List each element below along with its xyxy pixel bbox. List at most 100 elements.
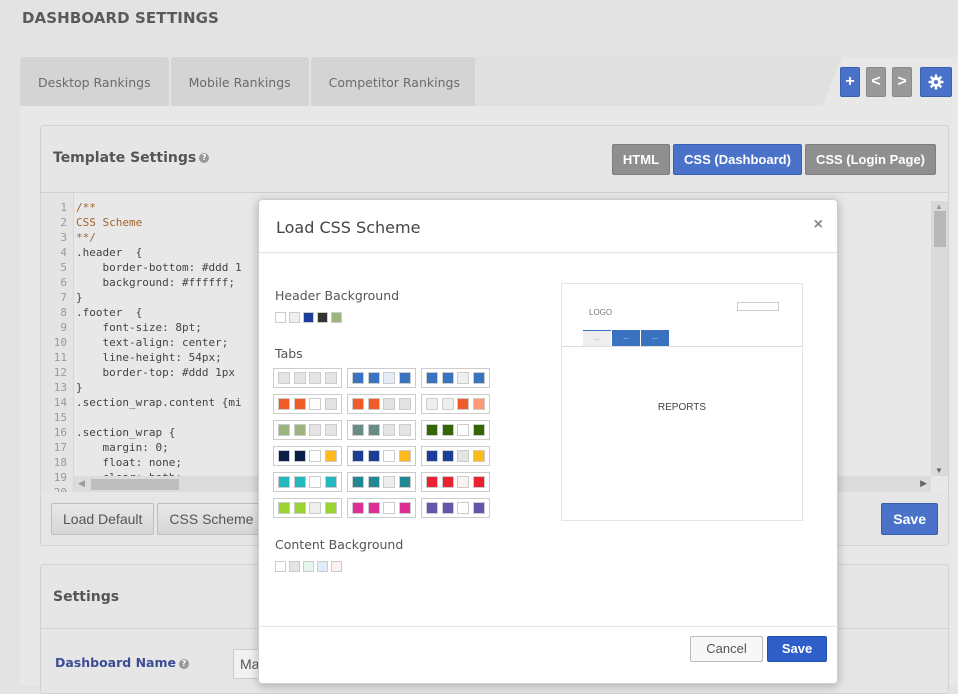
header-color-swatch[interactable] xyxy=(275,312,286,323)
scheme-color-square xyxy=(324,502,337,514)
preview-tab: ... xyxy=(641,330,669,346)
preview-header-divider xyxy=(562,346,802,347)
tab-scheme-option[interactable] xyxy=(273,446,342,466)
tab-scheme-option[interactable] xyxy=(347,472,416,492)
template-save-button[interactable]: Save xyxy=(881,503,938,535)
help-icon[interactable]: ? xyxy=(199,153,210,163)
content-color-swatch[interactable] xyxy=(303,561,314,572)
vertical-scrollbar[interactable]: ▲ ▼ xyxy=(931,201,948,476)
scheme-color-square xyxy=(352,502,364,514)
tab-scheme-option[interactable] xyxy=(421,446,490,466)
template-action-buttons: Load Default CSS Scheme xyxy=(51,503,266,535)
scheme-color-square xyxy=(367,502,380,514)
code-line: 3 **/ xyxy=(41,230,242,245)
scheme-color-square xyxy=(278,476,290,488)
next-button[interactable]: > xyxy=(892,67,912,97)
modal-save-button[interactable]: Save xyxy=(767,636,827,662)
line-code: border-top: #ddd 1px xyxy=(76,366,235,379)
tab-scheme-option[interactable] xyxy=(421,420,490,440)
vertical-scroll-thumb[interactable] xyxy=(934,211,946,247)
scroll-left-icon[interactable]: ◀ xyxy=(78,478,85,489)
tab-mobile-rankings[interactable]: Mobile Rankings xyxy=(170,57,309,106)
help-icon[interactable]: ? xyxy=(178,658,189,669)
header-color-swatch[interactable] xyxy=(303,312,314,323)
content-color-swatch[interactable] xyxy=(275,561,286,572)
scheme-color-square xyxy=(352,424,364,436)
settings-button[interactable] xyxy=(920,67,952,97)
scheme-color-square xyxy=(324,398,337,410)
content-color-swatch[interactable] xyxy=(331,561,342,572)
line-number: 17 xyxy=(53,441,67,454)
scheme-color-square xyxy=(309,424,322,436)
tab-scheme-option[interactable] xyxy=(347,446,416,466)
scheme-color-square xyxy=(457,502,470,514)
header-color-swatch[interactable] xyxy=(317,312,328,323)
load-default-button[interactable]: Load Default xyxy=(51,503,155,535)
tab-scheme-option[interactable] xyxy=(273,394,342,414)
scheme-color-square xyxy=(324,450,337,462)
scheme-color-square xyxy=(309,398,322,410)
line-code: /** xyxy=(76,201,96,214)
scroll-down-icon[interactable]: ▼ xyxy=(935,466,943,475)
line-number: 7 xyxy=(60,291,67,304)
scroll-up-icon[interactable]: ▲ xyxy=(935,202,943,211)
scheme-color-square xyxy=(383,450,396,462)
scheme-color-square xyxy=(352,372,364,384)
code-line: 1 /** xyxy=(41,200,242,215)
line-code: .header { xyxy=(76,246,143,259)
tab-scheme-option[interactable] xyxy=(421,368,490,388)
scheme-color-square xyxy=(441,424,454,436)
tab-scheme-option[interactable] xyxy=(347,498,416,518)
line-code: background: #ffffff; xyxy=(76,276,235,289)
html-button[interactable]: HTML xyxy=(611,144,671,175)
tab-desktop-rankings[interactable]: Desktop Rankings xyxy=(20,57,169,106)
close-icon[interactable]: × xyxy=(814,216,823,234)
tab-scheme-option[interactable] xyxy=(273,420,342,440)
tab-scheme-option[interactable] xyxy=(421,394,490,414)
prev-button[interactable]: < xyxy=(866,67,886,97)
tab-scheme-option[interactable] xyxy=(273,472,342,492)
line-code: CSS Scheme xyxy=(76,216,143,229)
tab-competitor-rankings[interactable]: Competitor Rankings xyxy=(310,57,478,106)
tab-scheme-option[interactable] xyxy=(421,472,490,492)
template-settings-title: Template Settings? xyxy=(53,150,210,166)
line-code: float: none; xyxy=(76,456,182,469)
scroll-right-icon[interactable]: ▶ xyxy=(920,478,927,489)
scheme-preview: LOGO ... ... ... REPORTS xyxy=(561,283,803,521)
css-login-page-button[interactable]: CSS (Login Page) xyxy=(804,144,936,175)
tab-scheme-option[interactable] xyxy=(347,420,416,440)
tab-scheme-option[interactable] xyxy=(347,394,416,414)
preview-logo: LOGO xyxy=(589,308,613,317)
content-color-swatch[interactable] xyxy=(289,561,300,572)
content-color-swatch[interactable] xyxy=(317,561,328,572)
cancel-button[interactable]: Cancel xyxy=(690,636,763,662)
add-button[interactable]: + xyxy=(840,67,860,97)
scheme-color-square xyxy=(352,476,364,488)
tab-scheme-option[interactable] xyxy=(273,498,342,518)
scheme-color-square xyxy=(383,372,396,384)
scheme-color-square xyxy=(278,502,290,514)
scheme-color-square xyxy=(441,372,454,384)
line-number: 16 xyxy=(53,426,67,439)
line-code: **/ xyxy=(76,231,96,244)
scheme-color-square xyxy=(309,502,322,514)
code-line: 15 xyxy=(41,410,242,425)
line-code: .footer { xyxy=(76,306,143,319)
css-dashboard-button[interactable]: CSS (Dashboard) xyxy=(673,144,802,175)
preview-tab: ... xyxy=(612,330,640,346)
tab-scheme-option[interactable] xyxy=(421,498,490,518)
scheme-color-square xyxy=(426,372,438,384)
scheme-color-square xyxy=(383,476,396,488)
scheme-color-square xyxy=(352,398,364,410)
header-color-swatch[interactable] xyxy=(289,312,300,323)
line-number: 5 xyxy=(60,261,67,274)
scheme-color-square xyxy=(398,450,411,462)
tab-scheme-option[interactable] xyxy=(347,368,416,388)
header-color-swatch[interactable] xyxy=(331,312,342,323)
css-scheme-button[interactable]: CSS Scheme xyxy=(157,503,266,535)
scheme-color-square xyxy=(324,476,337,488)
tabs-label: Tabs xyxy=(275,346,303,361)
tab-scheme-option[interactable] xyxy=(273,368,342,388)
horizontal-scroll-thumb[interactable] xyxy=(91,479,179,490)
